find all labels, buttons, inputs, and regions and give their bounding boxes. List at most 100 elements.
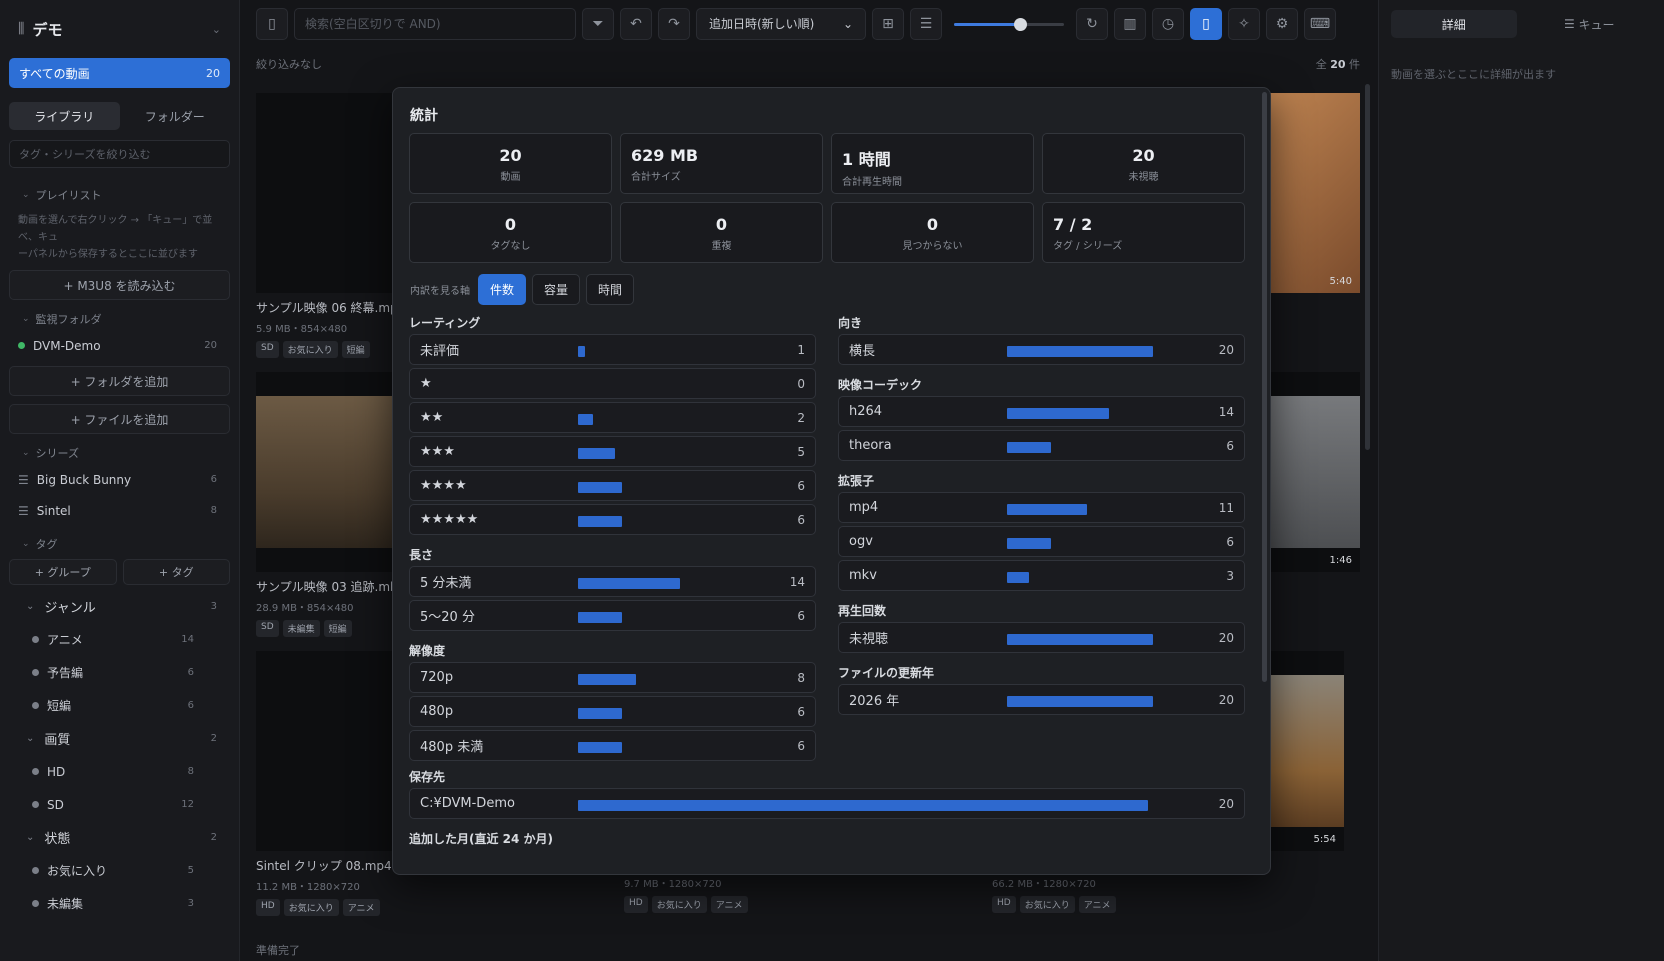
playlist-note-line: ーパネルから保存するとここに並びます (18, 249, 198, 260)
chevron-down-icon[interactable]: ⌄ (212, 23, 221, 36)
sub-status-bar: 絞り込みなし 全 20 件 (256, 56, 1360, 72)
breakdown-count: 6 (797, 738, 805, 753)
breakdown-row[interactable]: 2026 年 20 (838, 684, 1245, 715)
history-button[interactable]: ◷ (1152, 7, 1184, 40)
tag-item[interactable]: SD 12 (0, 788, 239, 821)
series-item[interactable]: ☰ Sintel 8 (0, 495, 239, 526)
breakdown-row[interactable]: ★ 0 (409, 368, 816, 399)
add-folder-button[interactable]: + フォルダを追加 (9, 366, 230, 396)
grid-scrollbar[interactable] (1365, 84, 1370, 450)
breakdown-row[interactable]: 未評価 1 (409, 334, 816, 365)
breakdown-row[interactable]: 横長 20 (838, 334, 1245, 365)
add-tag-button[interactable]: + タグ (122, 559, 230, 585)
breakdown-row[interactable]: C:¥DVM-Demo 20 (409, 788, 1245, 819)
tab-queue[interactable]: ☰ キュー (1527, 10, 1653, 38)
axis-count-button[interactable]: 件数 (478, 274, 527, 305)
watch-folder-item[interactable]: DVM-Demo 20 (0, 330, 239, 361)
breakdown-row[interactable]: ogv 6 (838, 526, 1245, 557)
breakdown-row[interactable]: ★★ 2 (409, 402, 816, 433)
tags-section-title: タグ (35, 538, 58, 551)
tag-item[interactable]: 短編 6 (0, 689, 239, 722)
tags-section-header[interactable]: ⌄ タグ (0, 533, 239, 555)
redo-button[interactable]: ↷ (658, 7, 690, 40)
watch-folder-name: DVM-Demo (33, 338, 101, 353)
refresh-button[interactable]: ↻ (1076, 7, 1108, 40)
breakdown-row[interactable]: 5〜20 分 6 (409, 600, 816, 631)
bookmark-button[interactable]: ⊞ (872, 7, 904, 40)
watch-section-title: 監視フォルダ (35, 313, 102, 326)
stat-card-unwatched: 20 未視聴 (1042, 133, 1245, 194)
tag-group-name: 状態 (44, 832, 71, 847)
keyboard-button[interactable]: ⌨ (1304, 7, 1336, 40)
breakdown-section-title: 映像コーデック (838, 378, 923, 392)
search-input[interactable]: 検索(空白区切りで AND) (294, 7, 576, 40)
series-section-header[interactable]: ⌄ シリーズ (0, 442, 239, 464)
tab-library[interactable]: ライブラリ (9, 102, 120, 130)
breakdown-row[interactable]: theora 6 (838, 430, 1245, 461)
tag-chip: 短編 (341, 341, 370, 358)
breakdown-row[interactable]: 720p 8 (409, 662, 816, 693)
tag-group-genre[interactable]: ⌄ ジャンル 3 (0, 590, 239, 623)
slider-handle[interactable] (1014, 17, 1027, 31)
load-m3u8-button[interactable]: + M3U8 を読み込む (9, 270, 230, 300)
breakdown-count: 20 (1218, 342, 1234, 357)
breakdown-count: 5 (797, 444, 805, 459)
breakdown-section-title: 再生回数 (838, 604, 887, 618)
stats-scrollbar[interactable] (1262, 92, 1267, 682)
axis-time-button[interactable]: 時間 (586, 274, 635, 305)
breakdown-row[interactable]: 未視聴 20 (838, 622, 1245, 653)
tag-group-state[interactable]: ⌄ 状態 2 (0, 821, 239, 854)
thumbnail-size-slider[interactable] (954, 8, 1064, 40)
filter-button[interactable]: ⏷ (582, 7, 614, 40)
tag-item[interactable]: 未編集 3 (0, 887, 239, 920)
tab-folder[interactable]: フォルダー (120, 102, 231, 130)
axis-label: 内訳を見る軸 (410, 286, 470, 297)
breakdown-row[interactable]: ★★★ 5 (409, 436, 816, 467)
watch-section-header[interactable]: ⌄ 監視フォルダ (0, 308, 239, 330)
toggle-sidebar-button[interactable]: ▯ (256, 7, 288, 40)
breakdown-row[interactable]: 5 分未満 14 (409, 566, 816, 597)
axis-size-button[interactable]: 容量 (532, 274, 581, 305)
effects-button[interactable]: ✧ (1228, 7, 1260, 40)
library-header[interactable]: ⫼ デモ ⌄ (0, 0, 239, 58)
breakdown-count: 11 (1218, 500, 1234, 515)
breakdown-row[interactable]: 480p 6 (409, 696, 816, 727)
toggle-detail-panel-button[interactable]: ▯ (1190, 7, 1222, 40)
add-group-button[interactable]: + グループ (9, 559, 117, 585)
tag-item[interactable]: お気に入り 5 (0, 854, 239, 887)
tag-chip: アニメ (1078, 896, 1116, 913)
breakdown-row[interactable]: mkv 3 (838, 560, 1245, 591)
playlist-section-header[interactable]: ⌄ プレイリスト (0, 184, 239, 206)
breakdown-row[interactable]: mp4 11 (838, 492, 1245, 523)
breakdown-bar (578, 448, 615, 459)
all-videos-item[interactable]: すべての動画 20 (9, 58, 230, 88)
tag-item[interactable]: アニメ 14 (0, 623, 239, 656)
stat-label: 重複 (711, 241, 732, 252)
list-view-button[interactable]: ☰ (910, 7, 942, 40)
add-file-button[interactable]: + ファイルを追加 (9, 404, 230, 434)
stat-value: 20 (1132, 146, 1155, 165)
stat-value: 0 (926, 215, 939, 234)
breakdown-row[interactable]: h264 14 (838, 396, 1245, 427)
stat-value: 1 時間 (842, 150, 891, 169)
tag-item[interactable]: HD 8 (0, 755, 239, 788)
tag-filter-input[interactable]: タグ・シリーズを絞り込む (9, 140, 230, 168)
breakdown-row[interactable]: ★★★★★ 6 (409, 504, 816, 535)
tag-group-quality[interactable]: ⌄ 画質 2 (0, 722, 239, 755)
tag-action-buttons: + グループ + タグ (9, 559, 230, 585)
tag-item[interactable]: 予告編 6 (0, 656, 239, 689)
breakdown-row[interactable]: 480p 未満 6 (409, 730, 816, 761)
settings-button[interactable]: ⚙ (1266, 7, 1298, 40)
tab-details[interactable]: 詳細 (1391, 10, 1517, 38)
undo-button[interactable]: ↶ (620, 7, 652, 40)
stats-full-column: 保存先 C:¥DVM-Demo 20 追加した月(直近 24 か月) (409, 766, 1245, 856)
series-item[interactable]: ☰ Big Buck Bunny 6 (0, 464, 239, 495)
breakdown-count: 1 (797, 342, 805, 357)
tag-name: SD (47, 797, 64, 812)
breakdown-bar (578, 708, 622, 719)
sort-select[interactable]: 追加日時(新しい順) ⌄ (696, 7, 866, 40)
breakdown-row[interactable]: ★★★★ 6 (409, 470, 816, 501)
breakdown-bar (578, 346, 585, 357)
stats-button[interactable]: ▥ (1114, 7, 1146, 40)
tag-chip: SD (256, 341, 279, 358)
